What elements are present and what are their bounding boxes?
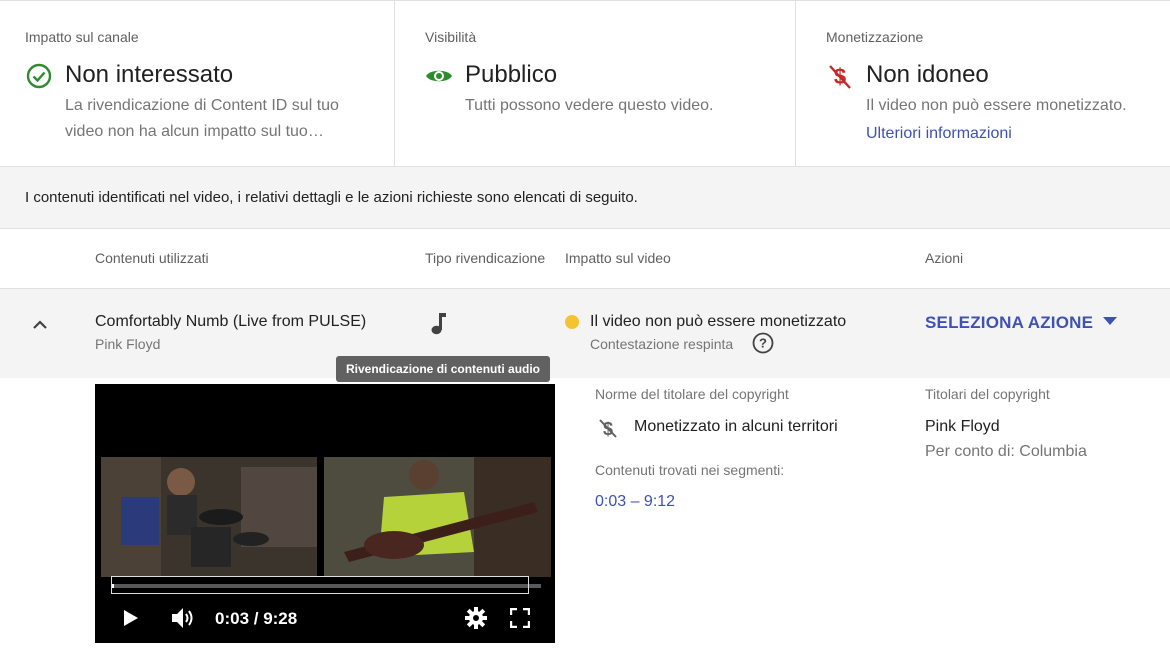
copyright-owner: Pink Floyd	[925, 418, 1000, 435]
svg-text:?: ?	[759, 336, 767, 351]
channel-impact-card: Impatto sul canale Non interessato La ri…	[0, 1, 395, 166]
volume-icon[interactable]	[170, 606, 196, 630]
select-action-button[interactable]: SELEZIONA AZIONE	[925, 313, 1093, 333]
video-impact-text: Il video non può essere monetizzato	[590, 313, 847, 330]
monetization-label: Monetizzazione	[826, 29, 924, 45]
header-actions: Azioni	[925, 250, 964, 266]
table-row: Comfortably Numb (Live from PULSE) Pink …	[0, 289, 1170, 378]
play-icon[interactable]	[123, 609, 139, 627]
check-circle-icon	[26, 63, 52, 89]
header-video-impact: Impatto sul video	[565, 250, 671, 266]
header-claim-type: Tipo rivendicazione	[425, 250, 546, 266]
segments-label: Contenuti trovati nei segmenti:	[595, 462, 785, 478]
info-text: I contenuti identificati nel video, i re…	[25, 189, 638, 206]
caret-down-icon[interactable]	[1103, 317, 1117, 325]
settings-gear-icon[interactable]	[464, 606, 488, 630]
progress-bar-outline	[111, 576, 529, 594]
visibility-status: Pubblico	[465, 61, 558, 88]
dispute-status: Contestazione respinta	[590, 336, 734, 352]
help-icon[interactable]: ?	[752, 332, 774, 354]
segment-link[interactable]: 0:03 – 9:12	[595, 493, 675, 511]
video-frame-bassist	[324, 457, 551, 577]
monetization-card: Monetizzazione $ Non idoneo Il video non…	[796, 1, 1170, 166]
policy-value: Monetizzato in alcuni territori	[634, 418, 838, 435]
video-frame-drummer	[101, 457, 317, 577]
header-content-used: Contenuti utilizzati	[95, 250, 209, 266]
policy-label: Norme del titolare del copyright	[595, 386, 789, 402]
music-note-icon[interactable]	[428, 310, 450, 338]
video-player[interactable]: 0:03 / 9:28	[95, 384, 555, 643]
status-dot	[565, 315, 579, 329]
channel-impact-status: Non interessato	[65, 61, 234, 88]
playback-time: 0:03 / 9:28	[215, 609, 298, 628]
table-header: Contenuti utilizzati Tipo rivendicazione…	[0, 229, 1170, 289]
on-behalf-of: Per conto di: Columbia	[925, 443, 1087, 460]
channel-impact-label: Impatto sul canale	[25, 29, 139, 45]
monetization-description: Il video non può essere monetizzato.	[866, 97, 1127, 114]
learn-more-link[interactable]: Ulteriori informazioni	[866, 125, 1012, 143]
copyright-owners-label: Titolari del copyright	[925, 386, 1050, 402]
claim-artist: Pink Floyd	[95, 336, 161, 352]
no-money-icon: $	[599, 419, 617, 439]
claim-title: Comfortably Numb (Live from PULSE)	[95, 313, 367, 330]
claim-type-tooltip: Rivendicazione di contenuti audio	[336, 356, 551, 382]
info-bar: I contenuti identificati nel video, i re…	[0, 167, 1170, 229]
visibility-description: Tutti possono vedere questo video.	[465, 97, 714, 114]
chevron-up-icon[interactable]	[30, 315, 50, 335]
visibility-card: Visibilità Pubblico Tutti possono vedere…	[395, 1, 796, 166]
status-cards: Impatto sul canale Non interessato La ri…	[0, 0, 1170, 167]
fullscreen-icon[interactable]	[510, 608, 530, 628]
monetization-status: Non idoneo	[866, 61, 989, 88]
visibility-label: Visibilità	[425, 29, 477, 45]
no-money-icon: $	[829, 64, 851, 89]
channel-impact-description: La rivendicazione di Content ID sul tuo …	[65, 97, 339, 140]
eye-icon	[426, 70, 452, 82]
